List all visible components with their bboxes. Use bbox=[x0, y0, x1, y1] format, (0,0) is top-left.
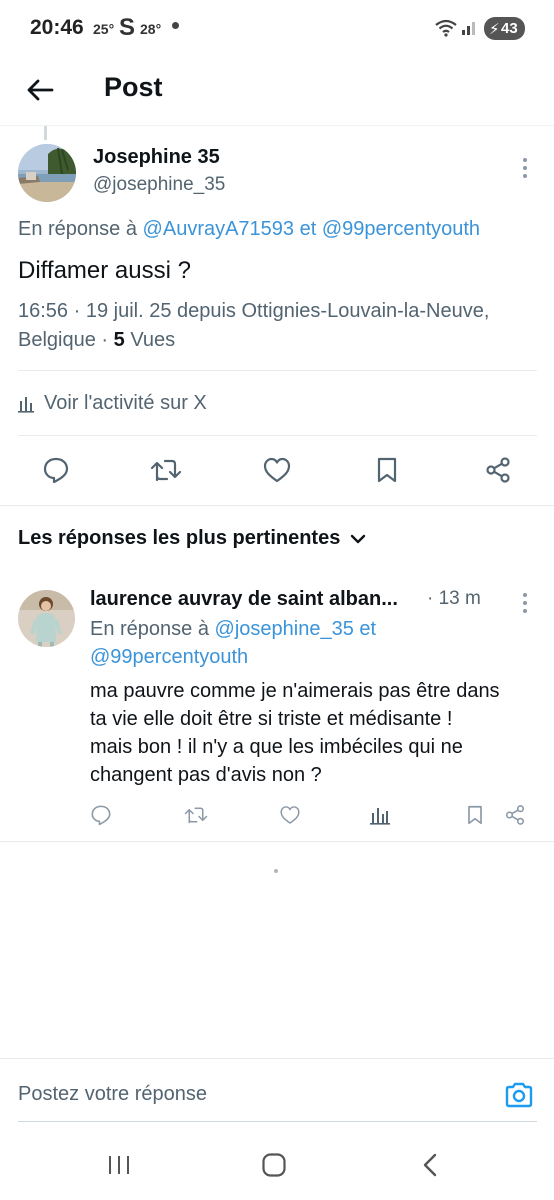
recent-apps-icon bbox=[109, 1156, 129, 1174]
post-location-country: Belgique · bbox=[18, 329, 109, 351]
thread-connector-line bbox=[44, 126, 47, 140]
views-count: 5 bbox=[113, 329, 125, 351]
more-vertical-icon bbox=[523, 158, 527, 162]
status-temperature-2: 28° bbox=[140, 21, 162, 37]
reply-button[interactable] bbox=[38, 452, 74, 488]
replies-sort-dropdown[interactable]: Les réponses les plus pertinentes bbox=[18, 527, 366, 550]
reply-text-line: ta vie elle doit être si triste et médis… bbox=[90, 708, 453, 730]
analytics-icon bbox=[18, 396, 34, 413]
reply-compose-input[interactable]: Postez votre réponse bbox=[18, 1083, 207, 1106]
status-temperature-1: 25° bbox=[93, 21, 115, 37]
reply-text-line: ma pauvre comme je n'aimerais pas être d… bbox=[90, 680, 500, 702]
view-activity-label: Voir l'activité sur X bbox=[44, 392, 207, 414]
replying-to-line: En réponse à @AuvrayA71593 et @99percent… bbox=[18, 218, 480, 241]
top-header: Post bbox=[0, 58, 554, 126]
share-icon bbox=[505, 805, 525, 825]
post-timestamp-location: 16:56 · 19 juil. 25 depuis Ottignies-Lou… bbox=[18, 300, 490, 322]
reply-more-options-button[interactable] bbox=[515, 588, 535, 618]
more-vertical-icon bbox=[523, 593, 527, 597]
reply-retweet-button[interactable] bbox=[182, 801, 210, 829]
notification-dot-icon bbox=[172, 22, 179, 29]
reply-to-prefix: En réponse à bbox=[18, 218, 137, 240]
more-options-button[interactable] bbox=[515, 153, 535, 183]
reply-text-line: mais bon ! il n'y a que les imbéciles qu… bbox=[90, 736, 463, 758]
chevron-down-icon bbox=[351, 534, 366, 543]
section-divider bbox=[0, 505, 554, 506]
system-back-button[interactable] bbox=[410, 1145, 450, 1185]
share-icon bbox=[486, 457, 510, 483]
reply-analytics-button[interactable] bbox=[366, 801, 394, 829]
status-carrier-icon: S bbox=[119, 14, 136, 41]
reply-bookmark-button[interactable] bbox=[461, 801, 489, 829]
camera-button[interactable] bbox=[503, 1079, 535, 1111]
battery-indicator: ⚡ 43 bbox=[484, 17, 525, 40]
analytics-icon bbox=[370, 808, 390, 825]
home-button[interactable] bbox=[254, 1145, 294, 1185]
divider bbox=[18, 370, 537, 371]
views-label: Vues bbox=[130, 329, 176, 351]
wifi-icon bbox=[435, 19, 457, 37]
reply-to-user-2[interactable]: @99percentyouth bbox=[322, 218, 480, 240]
compose-underline bbox=[18, 1121, 537, 1122]
reply-to-user-2[interactable]: @99percentyouth bbox=[90, 646, 248, 668]
compose-divider bbox=[0, 1058, 554, 1059]
recent-apps-button[interactable] bbox=[99, 1145, 139, 1185]
retweet-icon bbox=[150, 459, 182, 482]
back-arrow-icon bbox=[27, 79, 54, 101]
like-icon bbox=[280, 806, 300, 824]
status-time: 20:46 bbox=[30, 16, 84, 39]
reply-share-button[interactable] bbox=[501, 801, 529, 829]
signal-icon bbox=[462, 22, 475, 35]
reply-icon bbox=[43, 457, 69, 484]
section-divider bbox=[0, 841, 554, 842]
reply-timestamp: · 13 m bbox=[427, 588, 481, 609]
reply-replying-to-line-2: @99percentyouth bbox=[90, 646, 248, 669]
post-location-views: Belgique · 5 Vues bbox=[18, 329, 175, 352]
post-text: Diffamer aussi ? bbox=[18, 257, 191, 284]
battery-level: 43 bbox=[501, 20, 518, 37]
reply-author-avatar[interactable] bbox=[18, 590, 75, 647]
retweet-button[interactable] bbox=[148, 452, 184, 488]
reply-author-name[interactable]: laurence auvray de saint alban... bbox=[90, 588, 398, 611]
avatar-image bbox=[18, 590, 75, 647]
bookmark-icon bbox=[468, 805, 482, 825]
page-title: Post bbox=[104, 72, 163, 102]
author-avatar[interactable] bbox=[18, 144, 76, 202]
camera-icon bbox=[505, 1082, 533, 1108]
share-button[interactable] bbox=[480, 452, 516, 488]
reply-reply-button[interactable] bbox=[87, 801, 115, 829]
loading-indicator bbox=[274, 869, 278, 873]
status-bar: 20:46 25° S 28° ⚡ 43 bbox=[0, 0, 554, 58]
reply-text-line: changent pas d'avis non ? bbox=[90, 764, 322, 786]
bookmark-button[interactable] bbox=[369, 452, 405, 488]
charging-bolt-icon: ⚡ bbox=[489, 21, 500, 38]
bookmark-icon bbox=[377, 457, 397, 483]
author-handle[interactable]: @josephine_35 bbox=[93, 174, 225, 196]
reply-to-and: et bbox=[359, 618, 377, 640]
author-name[interactable]: Josephine 35 bbox=[93, 146, 220, 169]
avatar-image bbox=[18, 144, 76, 202]
divider bbox=[18, 435, 537, 436]
like-icon bbox=[263, 457, 291, 483]
chevron-left-icon bbox=[423, 1153, 437, 1177]
retweet-icon bbox=[184, 807, 208, 824]
view-activity-link[interactable]: Voir l'activité sur X bbox=[18, 392, 207, 415]
replies-sort-label: Les réponses les plus pertinentes bbox=[18, 527, 341, 549]
reply-to-and: et bbox=[299, 218, 317, 240]
reply-to-user-1[interactable]: @AuvrayA71593 bbox=[143, 218, 295, 240]
system-navigation-bar bbox=[0, 1130, 554, 1200]
reply-to-prefix: En réponse à bbox=[90, 618, 209, 640]
reply-to-user-1[interactable]: @josephine_35 bbox=[215, 618, 354, 640]
reply-icon bbox=[91, 805, 111, 826]
home-icon bbox=[262, 1153, 286, 1177]
reply-replying-to-line: En réponse à @josephine_35 et bbox=[90, 618, 376, 641]
like-button[interactable] bbox=[259, 452, 295, 488]
reply-like-button[interactable] bbox=[276, 801, 304, 829]
back-button[interactable] bbox=[22, 72, 58, 108]
